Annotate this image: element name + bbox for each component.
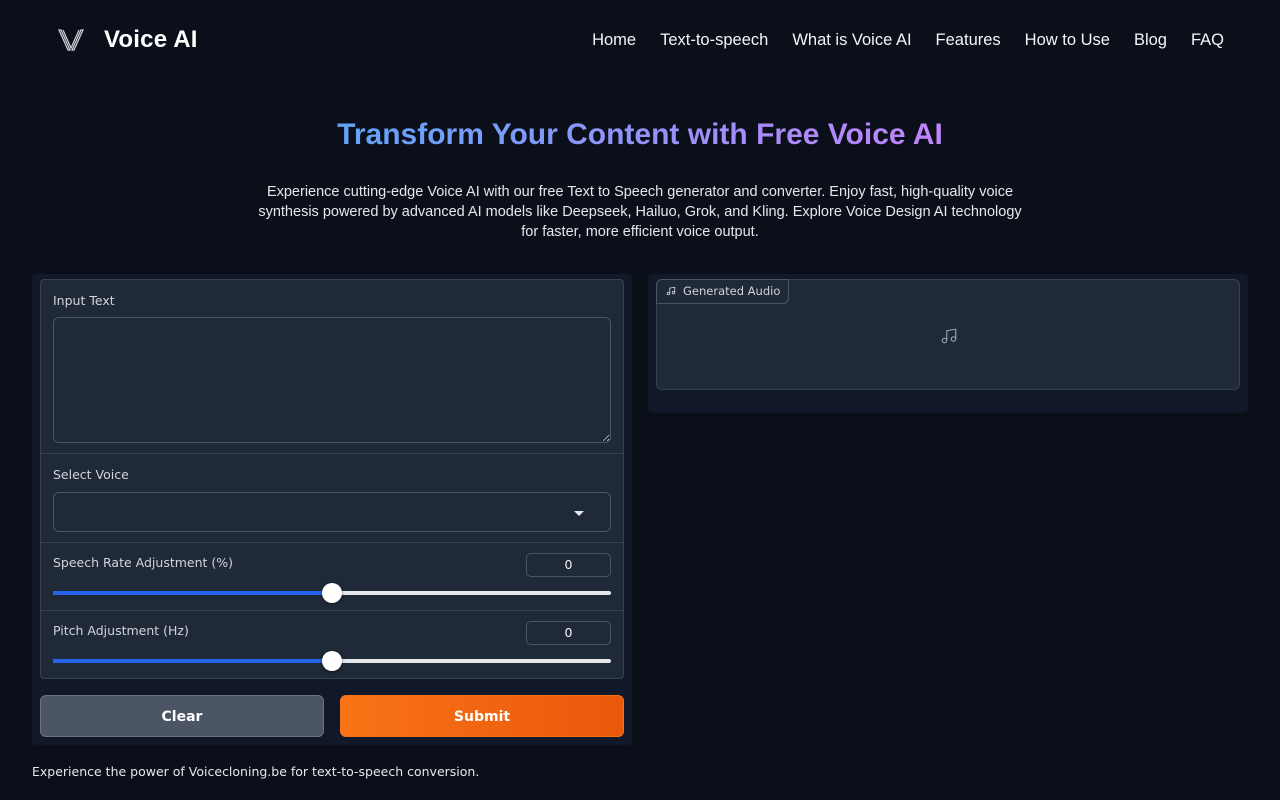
- music-placeholder-icon: [941, 328, 957, 344]
- voice-dropdown[interactable]: [53, 492, 611, 532]
- input-text-label: Input Text: [53, 293, 115, 308]
- nav-how-to-use[interactable]: How to Use: [1025, 31, 1110, 50]
- chevron-down-icon: [574, 511, 584, 516]
- generated-audio-tag: Generated Audio: [656, 279, 790, 304]
- pitch-section: Pitch Adjustment (Hz) 0: [41, 611, 623, 679]
- pitch-slider[interactable]: [53, 651, 611, 671]
- speech-rate-section: Speech Rate Adjustment (%) 0: [41, 543, 623, 611]
- clear-button[interactable]: Clear: [40, 695, 324, 737]
- speech-rate-slider-fill: [53, 591, 332, 595]
- brand-name: Voice AI: [104, 26, 198, 53]
- submit-button[interactable]: Submit: [340, 695, 624, 737]
- pitch-slider-thumb[interactable]: [322, 651, 342, 671]
- nav-features[interactable]: Features: [936, 31, 1001, 50]
- footer-text: Experience the power of Voicecloning.be …: [32, 764, 480, 779]
- v-logo-icon: [58, 29, 84, 51]
- nav-blog[interactable]: Blog: [1134, 31, 1167, 50]
- nav-text-to-speech[interactable]: Text-to-speech: [660, 31, 768, 50]
- input-text-field[interactable]: [53, 317, 611, 443]
- nav-faq[interactable]: FAQ: [1191, 31, 1224, 50]
- input-panel: Input Text Select Voice Speech Rate Adju…: [32, 274, 632, 745]
- pitch-input[interactable]: 0: [526, 621, 611, 645]
- form-box: Input Text Select Voice Speech Rate Adju…: [40, 279, 624, 679]
- speech-rate-slider[interactable]: [53, 583, 611, 603]
- hero-title-text: Transform Your Content with Free Voice A…: [337, 118, 943, 151]
- brand[interactable]: Voice AI: [58, 26, 198, 54]
- site-header: Voice AI Home Text-to-speech What is Voi…: [0, 0, 1280, 80]
- pitch-label: Pitch Adjustment (Hz): [53, 623, 189, 638]
- speech-rate-label: Speech Rate Adjustment (%): [53, 555, 234, 570]
- hero-description: Experience cutting-edge Voice AI with ou…: [258, 184, 1022, 240]
- input-text-section: Input Text: [41, 280, 623, 454]
- speech-rate-slider-thumb[interactable]: [322, 583, 342, 603]
- generated-audio-box: Generated Audio: [656, 279, 1240, 390]
- pitch-slider-fill: [53, 659, 332, 663]
- output-panel: Generated Audio: [648, 274, 1248, 413]
- main-nav: Home Text-to-speech What is Voice AI Fea…: [592, 31, 1224, 50]
- select-voice-label: Select Voice: [53, 467, 129, 482]
- nav-what-is-voice-ai[interactable]: What is Voice AI: [792, 31, 911, 50]
- music-note-icon: [666, 286, 676, 296]
- select-voice-section: Select Voice: [41, 454, 623, 543]
- nav-home[interactable]: Home: [592, 31, 636, 50]
- hero-title: Transform Your Content with Free Voice A…: [0, 118, 1280, 152]
- speech-rate-input[interactable]: 0: [526, 553, 611, 577]
- generated-audio-label: Generated Audio: [683, 284, 781, 298]
